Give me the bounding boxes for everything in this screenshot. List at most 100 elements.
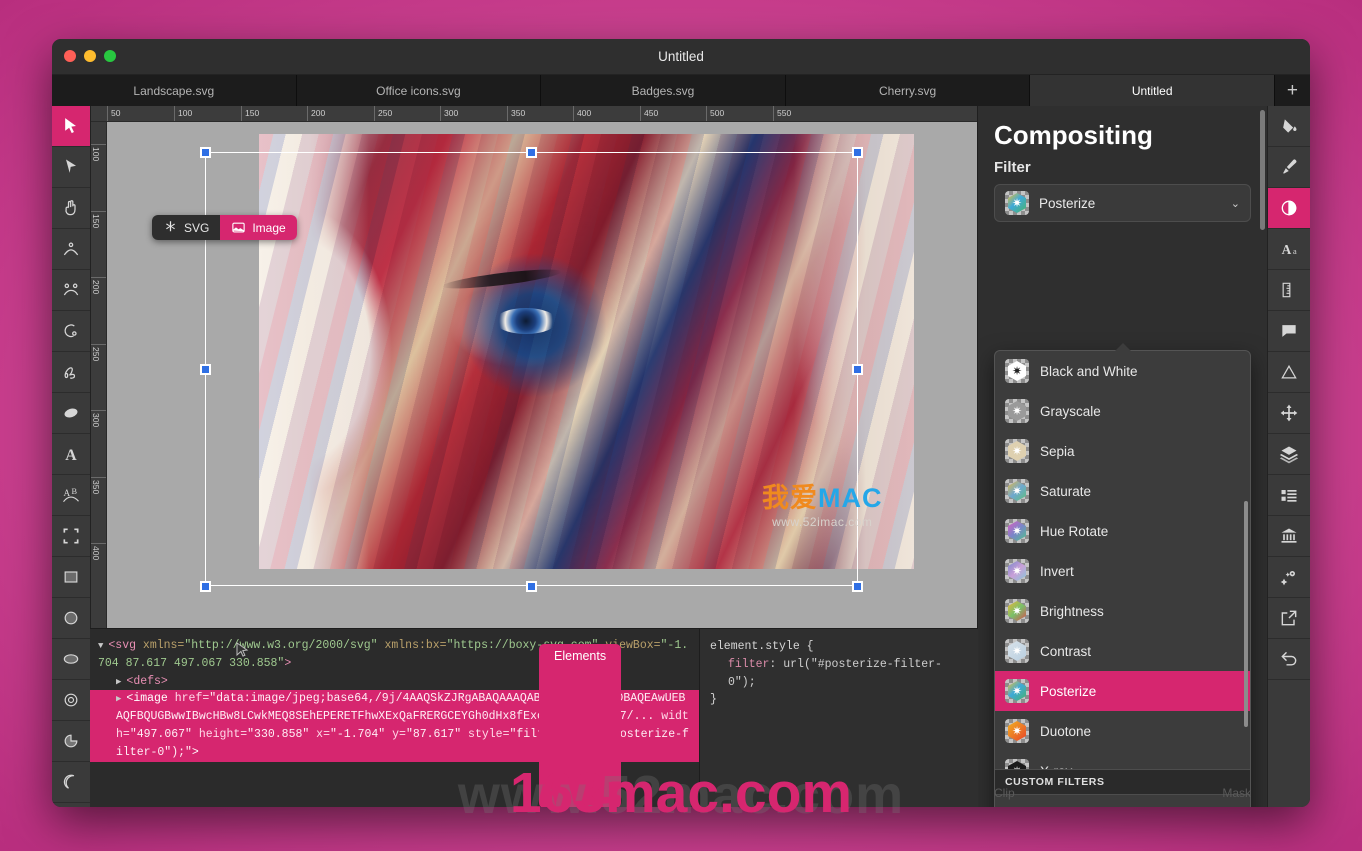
export-icon[interactable] (1268, 598, 1310, 639)
code-token: "497.067" (130, 728, 192, 741)
blob-tool[interactable] (52, 393, 90, 434)
selection-handle-ne[interactable] (852, 147, 863, 158)
selection-handle-se[interactable] (852, 581, 863, 592)
ellipse-tool[interactable] (52, 639, 90, 680)
filter-icon: ✷ (1005, 599, 1029, 623)
ruler-tick: 250 (374, 106, 392, 121)
pie-tool[interactable] (52, 721, 90, 762)
code-token: "-1.704" (330, 728, 385, 741)
node-tool[interactable] (52, 229, 90, 270)
filter-swatch-icon: ✷ (1005, 191, 1029, 215)
panel-scrollbar[interactable] (1258, 106, 1267, 807)
transform-points-tool[interactable] (52, 270, 90, 311)
hand-tool[interactable] (52, 188, 90, 229)
tab-untitled[interactable]: Untitled (1030, 75, 1275, 106)
layers-icon[interactable] (1268, 434, 1310, 475)
shape-icon[interactable] (1268, 352, 1310, 393)
selection-handle-sw[interactable] (200, 581, 211, 592)
donut-tool[interactable] (52, 680, 90, 721)
ruler-tick: 350 (507, 106, 525, 121)
text-on-path-tool[interactable]: AB (52, 475, 90, 516)
style-property: filter (728, 658, 769, 671)
filter-option-grayscale[interactable]: ✷ Grayscale (995, 391, 1250, 431)
style-inspector[interactable]: element.style { filter: url("#posterize-… (699, 629, 978, 807)
brush-icon[interactable] (1268, 147, 1310, 188)
style-close: } (710, 691, 968, 709)
filter-option-black-and-white[interactable]: ✷ Black and White (995, 351, 1250, 391)
effects-icon[interactable] (1268, 557, 1310, 598)
fill-icon[interactable] (1268, 106, 1310, 147)
window-title: Untitled (52, 39, 1310, 74)
filter-option-label: Invert (1040, 564, 1074, 579)
list-icon[interactable] (1268, 475, 1310, 516)
disclosure-triangle-icon[interactable]: ▶ (116, 693, 121, 707)
filter-option-brightness[interactable]: ✷ Brightness (995, 591, 1250, 631)
filter-option-label: X-ray (1040, 764, 1072, 770)
tab-office-icons[interactable]: Office icons.svg (297, 75, 542, 106)
filter-option-label: Grayscale (1040, 404, 1101, 419)
text-tool[interactable]: A (52, 434, 90, 475)
filter-option-hue-rotate[interactable]: ✷ Hue Rotate (995, 511, 1250, 551)
dropdown-scrollbar[interactable] (1244, 501, 1248, 727)
style-selector: element.style { (710, 638, 968, 656)
tab-cherry[interactable]: Cherry.svg (786, 75, 1031, 106)
filter-option-saturate[interactable]: ✷ Saturate (995, 471, 1250, 511)
filter-icon: ✷ (1005, 759, 1029, 769)
new-tab-button[interactable]: + (1275, 75, 1310, 106)
compositing-icon[interactable] (1268, 188, 1310, 229)
move-icon[interactable] (1268, 393, 1310, 434)
filter-option-contrast[interactable]: ✷ Contrast (995, 631, 1250, 671)
chevron-down-icon[interactable]: ⌄ (1231, 197, 1240, 210)
disclosure-triangle-icon[interactable]: ▼ (98, 640, 103, 654)
filter-option-label: Posterize (1040, 684, 1096, 699)
filter-list[interactable]: ✷ Black and White ✷ Grayscale ✷ Sepia ✷ … (995, 351, 1250, 769)
disclosure-triangle-icon[interactable]: ▶ (116, 676, 121, 690)
library-icon[interactable] (1268, 516, 1310, 557)
filter-option-duotone[interactable]: ✷ Duotone (995, 711, 1250, 751)
selection-handle-s[interactable] (526, 581, 537, 592)
measure-icon[interactable] (1268, 270, 1310, 311)
image-mode-button[interactable]: Image (220, 215, 296, 240)
moon-tool[interactable] (52, 762, 90, 803)
ruler-tick: 300 (440, 106, 458, 121)
ruler-tick: 150 (241, 106, 259, 121)
typography-icon[interactable]: Aa (1268, 229, 1310, 270)
filter-option-sepia[interactable]: ✷ Sepia (995, 431, 1250, 471)
selection-handle-n[interactable] (526, 147, 537, 158)
crop-tool[interactable] (52, 516, 90, 557)
rectangle-tool[interactable] (52, 557, 90, 598)
svg-mode-button[interactable]: SVG (152, 215, 220, 240)
code-token: xmlns:bx= (378, 639, 447, 652)
filter-option-label: Hue Rotate (1040, 524, 1108, 539)
filter-icon: ✷ (1005, 399, 1029, 423)
ruler-horizontal[interactable]: 50 100 150 200 250 300 350 400 450 500 5… (91, 106, 977, 122)
ruler-tick: 450 (640, 106, 658, 121)
arc-tool[interactable] (52, 311, 90, 352)
circle-tool[interactable] (52, 598, 90, 639)
elements-badge[interactable]: Elements (539, 644, 621, 807)
code-token: x= (309, 728, 330, 741)
select-arrow-tool[interactable] (52, 106, 90, 147)
filter-select[interactable]: ✷ Posterize ⌄ (994, 184, 1251, 222)
comment-icon[interactable] (1268, 311, 1310, 352)
tab-badges[interactable]: Badges.svg (541, 75, 786, 106)
undo-icon[interactable] (1268, 639, 1310, 680)
code-token: height= (192, 728, 247, 741)
selection-handle-w[interactable] (200, 364, 211, 375)
direct-select-tool[interactable] (52, 147, 90, 188)
tab-landscape[interactable]: Landscape.svg (52, 75, 297, 106)
filter-option-x-ray[interactable]: ✷ X-ray (995, 751, 1250, 769)
filter-option-label: Brightness (1040, 604, 1104, 619)
ruler-tick: 400 (573, 106, 591, 121)
filter-option-invert[interactable]: ✷ Invert (995, 551, 1250, 591)
selection-handle-nw[interactable] (200, 147, 211, 158)
format-toggle[interactable]: SVG Image (152, 215, 297, 240)
code-token: "87.617" (406, 728, 461, 741)
selection-handle-e[interactable] (852, 364, 863, 375)
code-editor: ▼<svg xmlns="http://www.w3.org/2000/svg"… (90, 628, 978, 807)
freehand-tool[interactable] (52, 352, 90, 393)
ruler-tick: 200 (307, 106, 325, 121)
title-bar: Untitled (52, 39, 1310, 75)
filter-option-posterize[interactable]: ✷ Posterize (995, 671, 1250, 711)
svg-mode-label: SVG (184, 221, 209, 235)
